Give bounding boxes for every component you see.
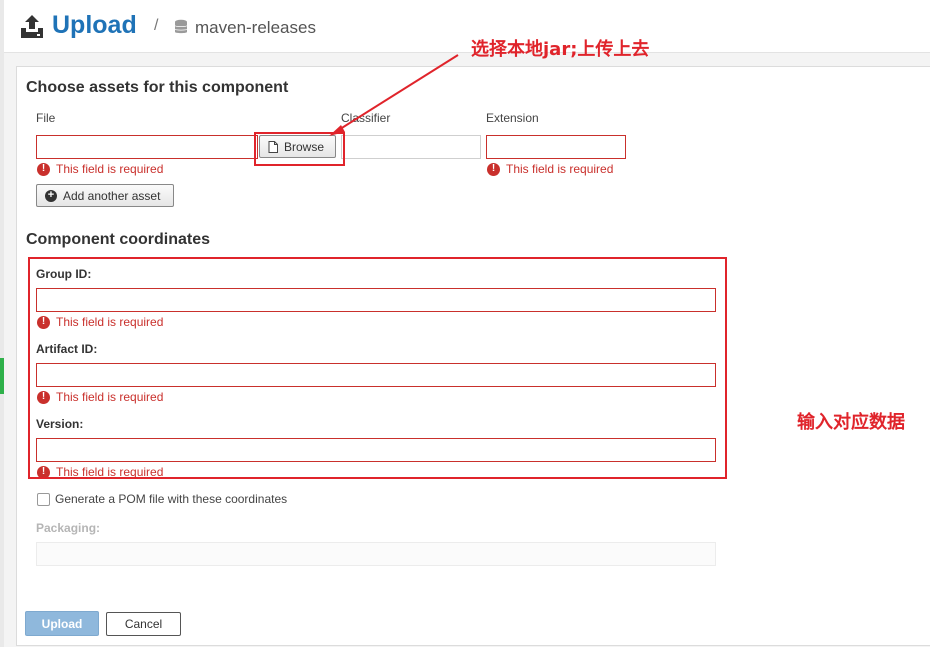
left-scroll-indicator xyxy=(0,358,4,394)
left-edge xyxy=(0,0,4,647)
upload-button[interactable]: Upload xyxy=(25,611,99,636)
breadcrumb-separator: / xyxy=(154,17,159,34)
extension-column-label: Extension xyxy=(486,111,539,125)
cancel-button[interactable]: Cancel xyxy=(106,612,181,636)
assets-heading: Choose assets for this component xyxy=(26,79,289,96)
coordinates-heading: Component coordinates xyxy=(26,231,211,248)
page-header: Upload / maven-releases xyxy=(4,0,930,53)
extension-input[interactable] xyxy=(486,135,626,159)
file-error-text: This field is required xyxy=(56,162,164,176)
classifier-column-label: Classifier xyxy=(341,111,391,125)
error-icon: ! xyxy=(37,162,50,176)
classifier-input[interactable] xyxy=(341,135,481,159)
database-icon xyxy=(174,19,188,34)
add-asset-button[interactable]: + Add another asset xyxy=(36,184,174,207)
extension-error-text: This field is required xyxy=(506,162,614,176)
upload-icon xyxy=(21,15,43,38)
fields-annotation-text: 输入对应数据 xyxy=(797,412,905,433)
file-error: ! This field is required xyxy=(37,162,163,176)
browse-annotation-box xyxy=(254,132,345,166)
file-input[interactable] xyxy=(36,135,258,159)
generate-pom-label[interactable]: Generate a POM file with these coordinat… xyxy=(55,492,287,506)
packaging-input xyxy=(36,542,716,566)
packaging-label: Packaging: xyxy=(36,521,101,535)
file-column-label: File xyxy=(36,111,56,125)
error-icon: ! xyxy=(487,162,500,176)
coordinates-annotation-box xyxy=(28,257,727,479)
extension-error: ! This field is required xyxy=(487,162,613,176)
browse-annotation-text: 选择本地jar;上传上去 xyxy=(471,39,650,60)
page-title: Upload xyxy=(52,11,137,39)
add-asset-label: Add another asset xyxy=(63,188,161,203)
breadcrumb-repository[interactable]: maven-releases xyxy=(195,18,316,38)
generate-pom-checkbox[interactable] xyxy=(37,493,50,506)
add-circle-icon: + xyxy=(45,189,57,202)
